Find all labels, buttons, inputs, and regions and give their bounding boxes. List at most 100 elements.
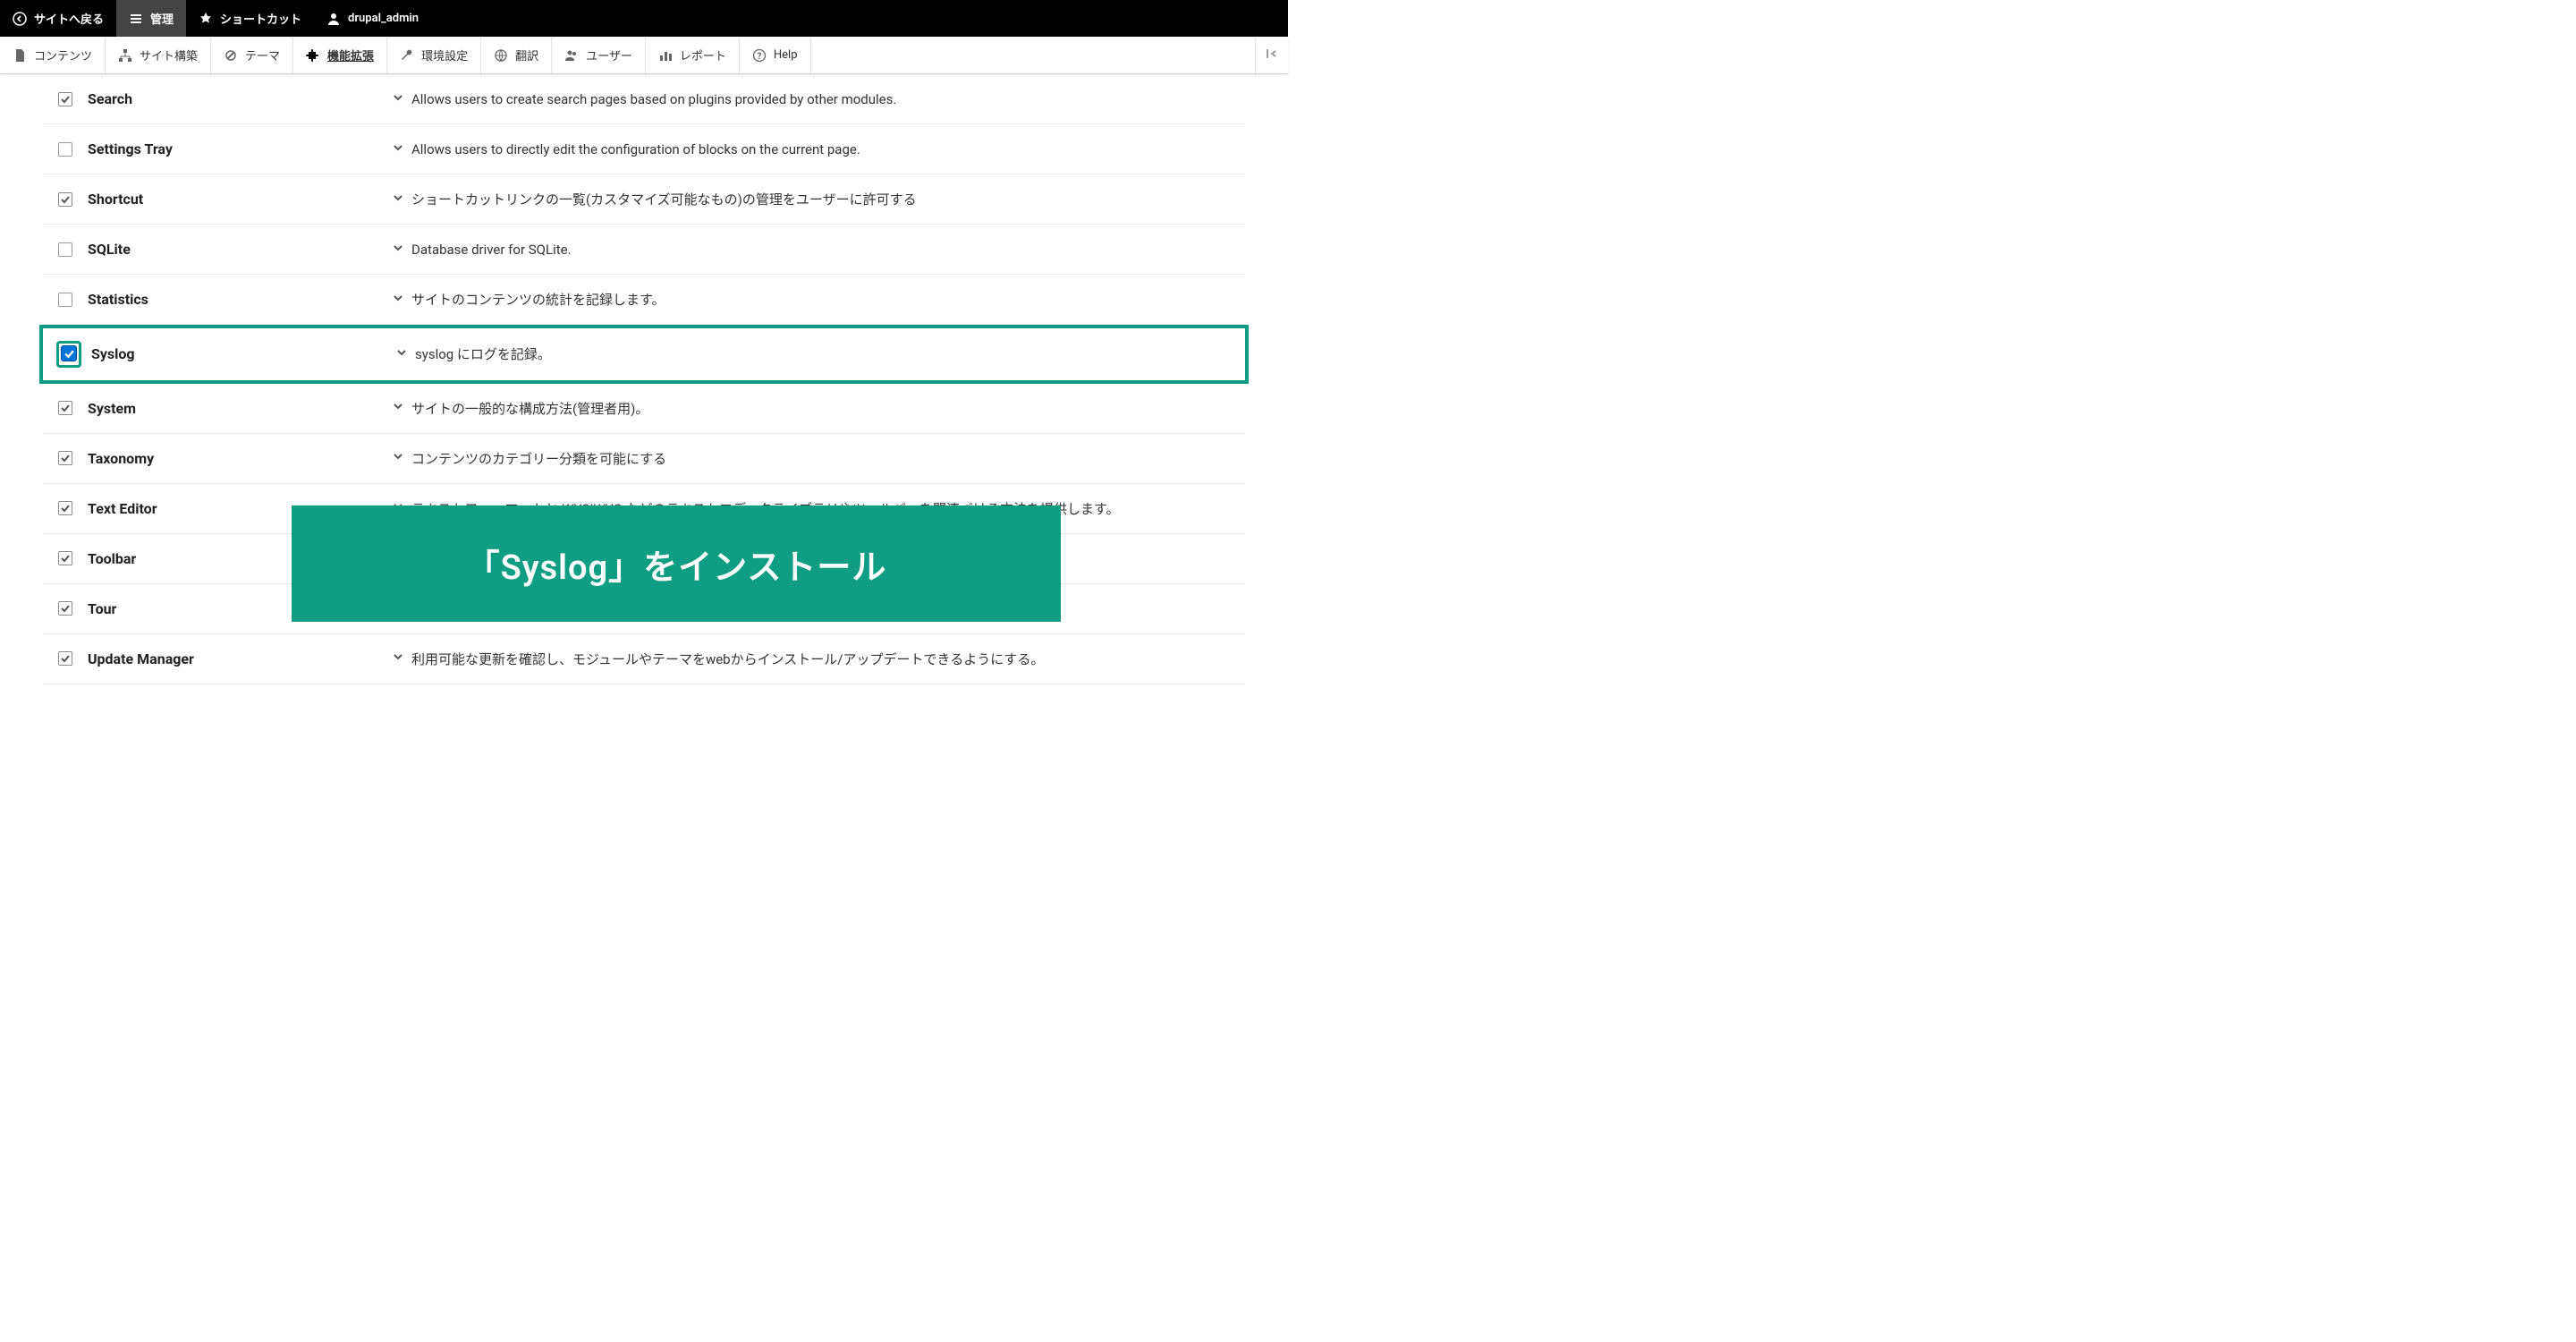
module-checkbox-cell [43, 601, 88, 616]
bar-chart-icon [658, 48, 673, 63]
user-icon [326, 12, 341, 26]
module-checkbox[interactable] [61, 345, 77, 361]
module-name[interactable]: Search [88, 90, 392, 107]
toolbar-config-label: 環境設定 [421, 47, 468, 64]
manage-label: 管理 [150, 10, 174, 27]
chevron-down-icon[interactable] [392, 400, 404, 416]
toolbar-reports[interactable]: レポート [646, 37, 740, 73]
module-checkbox[interactable] [58, 92, 72, 106]
manage-toggle[interactable]: 管理 [116, 0, 186, 37]
people-icon [564, 48, 579, 63]
module-name[interactable]: Update Manager [88, 650, 392, 667]
hamburger-icon [129, 12, 143, 26]
module-checkbox[interactable] [58, 601, 72, 616]
module-description-cell: Allows users to create search pages base… [392, 91, 1245, 107]
module-row: Shortcut ショートカットリンクの一覧(カスタマイズ可能なもの)の管理をユー… [43, 174, 1245, 225]
module-checkbox-cell [43, 142, 88, 157]
module-checkbox-cell [43, 451, 88, 465]
module-checkbox[interactable] [58, 142, 72, 157]
module-row: Syslog syslog にログを記録。 [39, 325, 1249, 384]
module-name[interactable]: SQLite [88, 241, 392, 258]
module-description: Allows users to create search pages base… [411, 91, 896, 107]
toolbar-help[interactable]: ? Help [740, 37, 811, 73]
chevron-down-icon[interactable] [392, 242, 404, 258]
module-checkbox-cell [43, 293, 88, 307]
module-checkbox[interactable] [58, 651, 72, 666]
toolbar-structure[interactable]: サイト構築 [106, 37, 211, 73]
module-row: Statistics サイトのコンテンツの統計を記録します。 [43, 275, 1245, 325]
toolbar-structure-label: サイト構築 [140, 47, 198, 64]
paint-icon [224, 48, 238, 63]
shortcut-link[interactable]: ショートカット [186, 0, 314, 37]
module-row: Settings Tray Allows users to directly ed… [43, 124, 1245, 174]
module-checkbox-cell [43, 92, 88, 106]
chevron-down-icon[interactable] [392, 91, 404, 107]
admin-toolbar: コンテンツ サイト構築 テーマ 機能拡張 環境設定 翻訳 ユーザー [0, 37, 1288, 74]
module-checkbox[interactable] [58, 293, 72, 307]
module-name[interactable]: Settings Tray [88, 140, 392, 157]
module-description: Database driver for SQLite. [411, 242, 572, 258]
module-checkbox-cell [43, 192, 88, 207]
back-arrow-icon [13, 12, 27, 26]
back-to-site-label: サイトへ戻る [34, 10, 104, 27]
module-checkbox-cell [47, 341, 91, 368]
chevron-down-icon[interactable] [392, 141, 404, 157]
module-checkbox[interactable] [58, 192, 72, 207]
module-description: サイトのコンテンツの統計を記録します。 [411, 290, 665, 309]
module-name[interactable]: Syslog [91, 345, 395, 362]
module-description: ショートカットリンクの一覧(カスタマイズ可能なもの)の管理をユーザーに許可する [411, 190, 917, 208]
module-checkbox[interactable] [58, 242, 72, 257]
chevron-down-icon[interactable] [392, 191, 404, 208]
module-checkbox[interactable] [58, 551, 72, 565]
module-name[interactable]: Shortcut [88, 191, 392, 208]
annotation-callout-text: 「Syslog」をインストール [466, 539, 887, 589]
shortcut-label: ショートカット [220, 10, 301, 27]
structure-icon [118, 48, 132, 63]
file-icon [13, 48, 27, 63]
toolbar-appearance-label: テーマ [245, 47, 280, 64]
toolbar-content[interactable]: コンテンツ [0, 37, 106, 73]
module-row: Taxonomy コンテンツのカテゴリー分類を可能にする [43, 434, 1245, 484]
module-description-cell: サイトのコンテンツの統計を記録します。 [392, 290, 1245, 309]
module-description: syslog にログを記録。 [415, 344, 551, 363]
module-name[interactable]: Statistics [88, 291, 392, 308]
annotation-callout: 「Syslog」をインストール [292, 505, 1061, 622]
toolbar-translate[interactable]: 翻訳 [481, 37, 552, 73]
module-checkbox[interactable] [58, 501, 72, 515]
chevron-down-icon[interactable] [392, 450, 404, 466]
module-checkbox-cell [43, 501, 88, 515]
toolbar-people-label: ユーザー [586, 47, 632, 64]
module-description: サイトの一般的な構成方法(管理者用)。 [411, 399, 648, 418]
chevron-down-icon[interactable] [395, 346, 408, 362]
module-description-cell: ショートカットリンクの一覧(カスタマイズ可能なもの)の管理をユーザーに許可する [392, 190, 1245, 208]
module-description: コンテンツのカテゴリー分類を可能にする [411, 449, 666, 468]
module-description: Allows users to directly edit the config… [411, 141, 860, 157]
chevron-down-icon[interactable] [392, 650, 404, 667]
module-checkbox[interactable] [58, 451, 72, 465]
module-description-cell: syslog にログを記録。 [395, 344, 1241, 363]
module-description-cell: Allows users to directly edit the config… [392, 141, 1245, 157]
toolbar-people[interactable]: ユーザー [552, 37, 646, 73]
module-checkbox[interactable] [58, 401, 72, 415]
user-menu[interactable]: drupal_admin [314, 0, 431, 37]
puzzle-icon [306, 48, 320, 63]
module-name[interactable]: System [88, 400, 392, 417]
toolbar-extend-label: 機能拡張 [327, 47, 374, 64]
checkbox-highlight-ring [56, 341, 81, 368]
help-icon: ? [752, 48, 767, 63]
back-to-site-link[interactable]: サイトへ戻る [0, 0, 116, 37]
globe-icon [494, 48, 508, 63]
star-icon [199, 12, 213, 26]
toolbar-collapse-button[interactable] [1256, 37, 1288, 73]
toolbar-extend[interactable]: 機能拡張 [293, 37, 387, 73]
wrench-icon [400, 48, 414, 63]
module-checkbox-cell [43, 651, 88, 666]
module-row: Update Manager利用可能な更新を確認し、モジュールやテーマをwebか… [43, 634, 1245, 684]
toolbar-appearance[interactable]: テーマ [211, 37, 293, 73]
module-name[interactable]: Taxonomy [88, 450, 392, 467]
chevron-down-icon[interactable] [392, 292, 404, 308]
module-row: System サイトの一般的な構成方法(管理者用)。 [43, 384, 1245, 434]
module-description-cell: サイトの一般的な構成方法(管理者用)。 [392, 399, 1245, 418]
module-description-cell: 利用可能な更新を確認し、モジュールやテーマをwebからインストール/アップデート… [392, 650, 1245, 668]
toolbar-config[interactable]: 環境設定 [387, 37, 481, 73]
